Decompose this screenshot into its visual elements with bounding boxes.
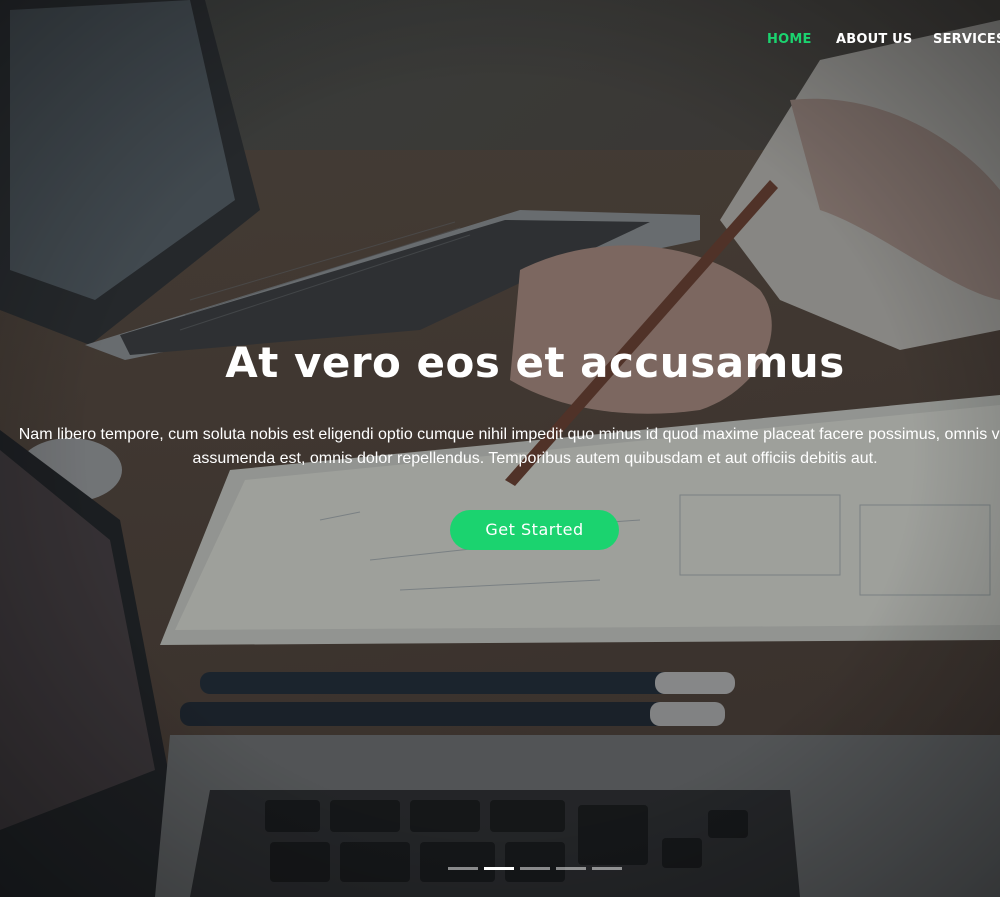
hero-title: At vero eos et accusamus	[225, 338, 845, 387]
carousel-indicator-1[interactable]	[448, 867, 478, 870]
nav-item-home[interactable]: HOME	[767, 31, 812, 49]
nav-item-services[interactable]: SERVICES	[933, 31, 1000, 49]
hero-section: HOME ABOUT US SERVICES At vero eos et ac…	[0, 0, 1000, 897]
carousel-indicator-5[interactable]	[592, 867, 622, 870]
get-started-button[interactable]: Get Started	[450, 510, 619, 550]
main-navigation: HOME ABOUT US SERVICES	[767, 31, 1000, 51]
carousel-indicator-2[interactable]	[484, 867, 514, 870]
hero-description-line-2: assumenda est, omnis dolor repellendus. …	[192, 450, 878, 467]
hero-description: Nam libero tempore, cum soluta nobis est…	[0, 423, 1000, 471]
hero-description-line-1: Nam libero tempore, cum soluta nobis est…	[18, 426, 1000, 443]
nav-item-about-us[interactable]: ABOUT US	[836, 31, 913, 49]
carousel-indicator-4[interactable]	[556, 867, 586, 870]
carousel-indicator-3[interactable]	[520, 867, 550, 870]
carousel-indicators	[448, 867, 628, 871]
